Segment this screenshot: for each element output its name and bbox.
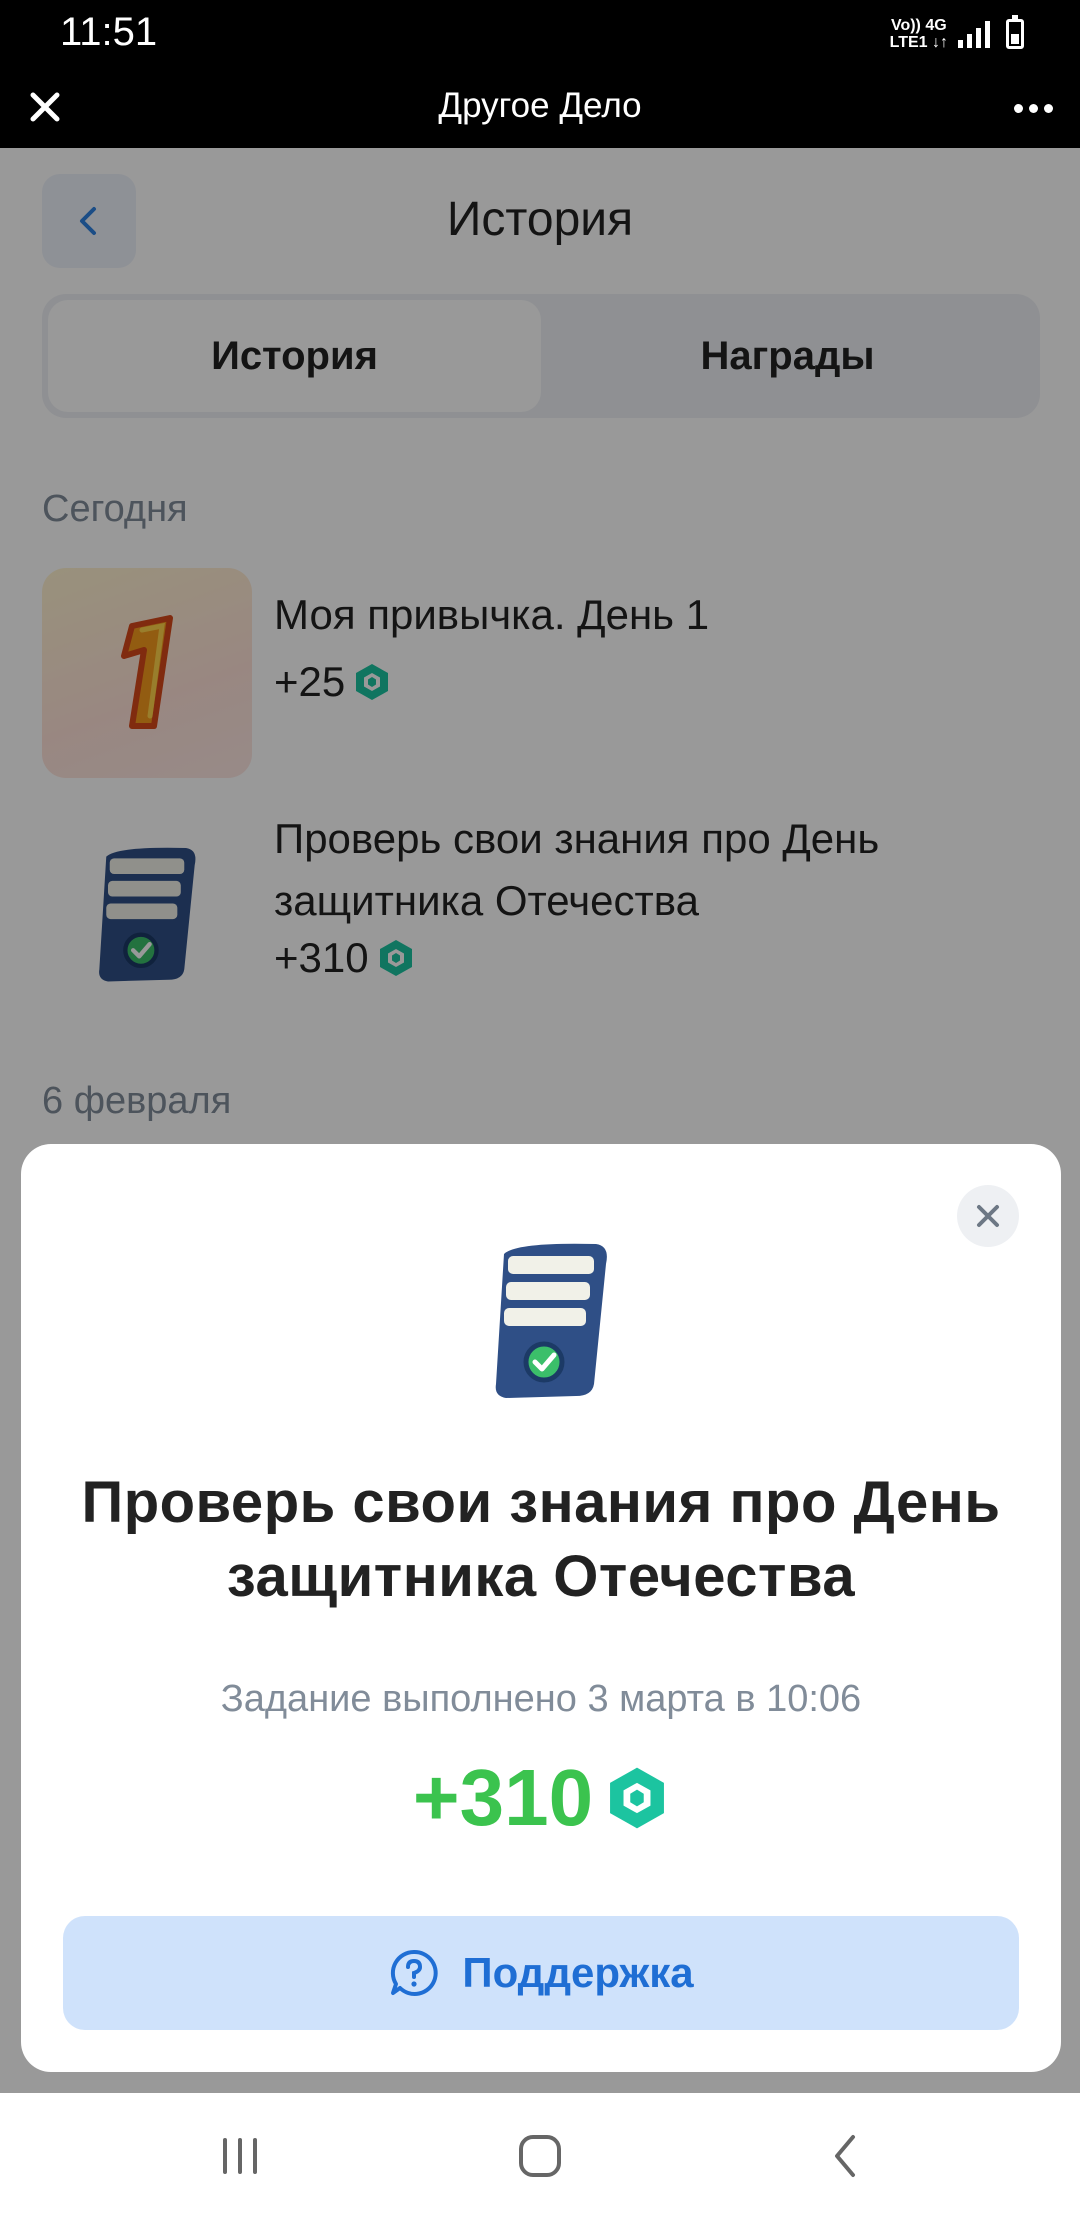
modal-title: Проверь свои знания про День защитника О…: [81, 1470, 1001, 1609]
app-header: Другое Дело: [0, 66, 1080, 148]
support-button-label: Поддержка: [462, 1949, 694, 1996]
task-details-modal: Проверь свои знания про День защитника О…: [21, 1144, 1061, 2072]
quiz-scroll-icon: [476, 1234, 626, 1404]
status-bar: 11:51 Vo)) 4G LTE1 ↓↑: [0, 0, 1080, 66]
battery-icon: [1006, 15, 1024, 49]
network-bottom-text: LTE1 ↓↑: [889, 34, 948, 51]
close-icon: [977, 1205, 999, 1227]
status-time: 11:51: [60, 10, 158, 54]
status-icons: Vo)) 4G LTE1 ↓↑: [890, 14, 1024, 54]
support-chat-icon: [391, 1949, 439, 1996]
signal-icon: [958, 20, 990, 48]
network-indicator: Vo)) 4G LTE1 ↓↑: [890, 17, 948, 51]
reward-amount: +310: [412, 1753, 594, 1842]
support-button[interactable]: Поддержка: [63, 1916, 1019, 2030]
system-nav-bar: [0, 2093, 1080, 2220]
completion-date: Задание выполнено 3 марта в 10:06: [220, 1678, 862, 1720]
recents-icon[interactable]: [200, 2121, 280, 2191]
app-title: Другое Дело: [438, 86, 642, 125]
back-icon[interactable]: [805, 2121, 885, 2191]
points-hexagon-icon: [610, 1767, 665, 1829]
network-top-text: Vo)) 4G: [890, 17, 947, 34]
modal-close-button[interactable]: [957, 1185, 1019, 1247]
reward: +310: [21, 1752, 1061, 1844]
home-icon[interactable]: [500, 2121, 580, 2191]
more-icon[interactable]: [1008, 88, 1058, 128]
